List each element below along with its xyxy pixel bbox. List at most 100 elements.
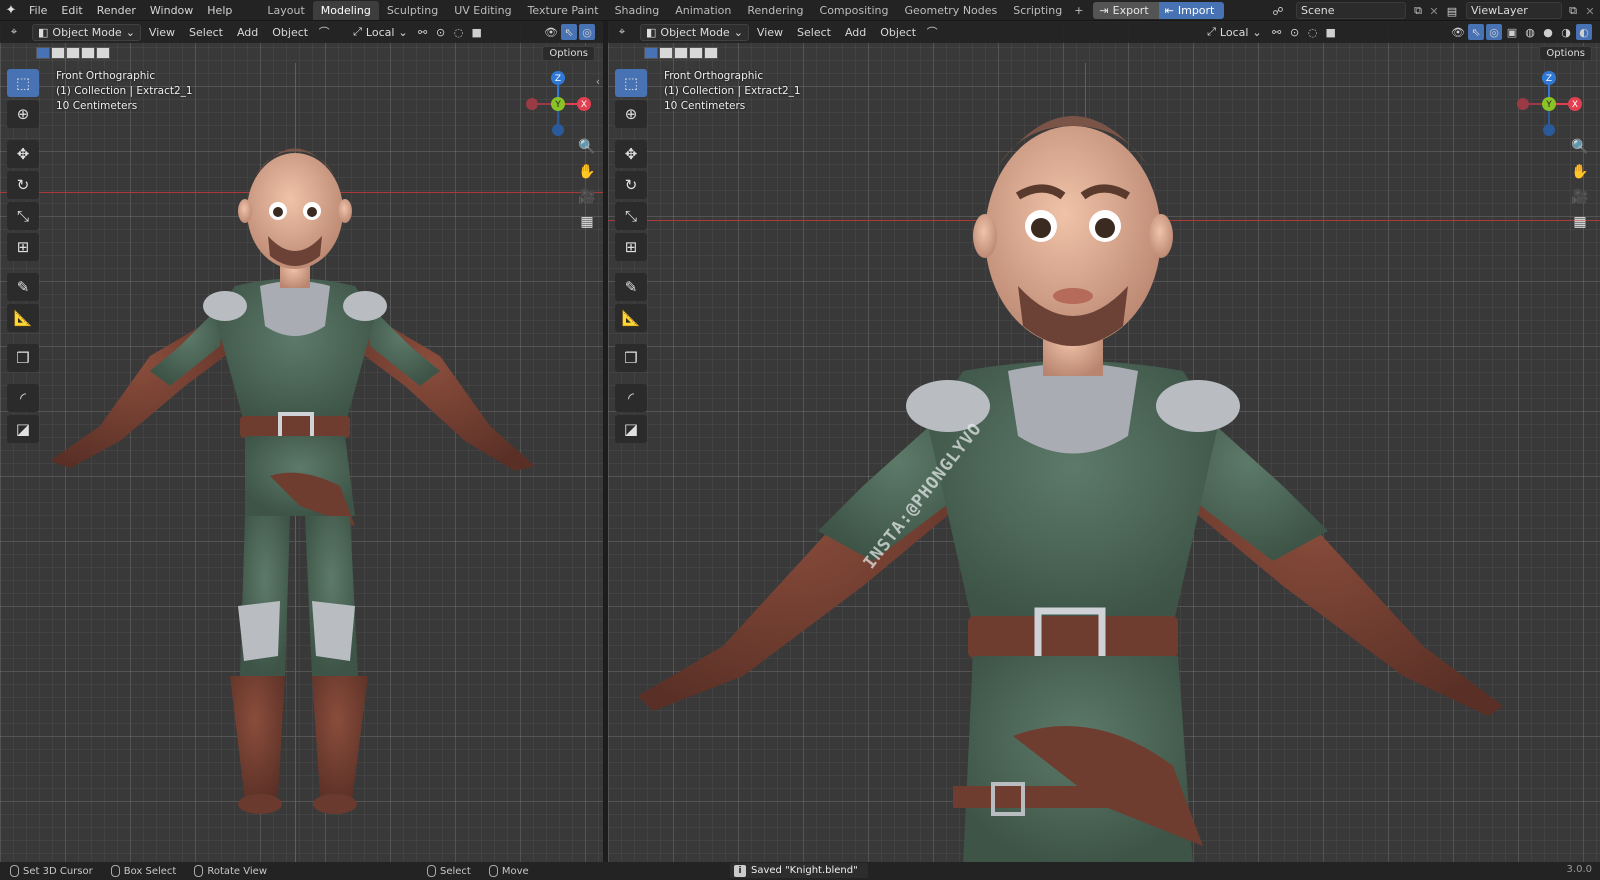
snap-toggle-icon[interactable]: ⌒ [316,24,332,40]
transform-orientation-dropdown[interactable]: ⤢ Local ⌄ [1202,24,1267,41]
character-model-closeup[interactable] [633,86,1533,862]
tab-scripting[interactable]: Scripting [1005,1,1070,20]
pivot-icon[interactable]: ⚯ [1269,24,1285,40]
view-menu[interactable]: View [143,26,181,39]
tab-layout[interactable]: Layout [259,1,312,20]
scale-tool-icon[interactable]: ⤡ [615,202,647,230]
tab-animation[interactable]: Animation [667,1,739,20]
tab-compositing[interactable]: Compositing [812,1,897,20]
select-intersect-icon[interactable] [96,47,110,59]
grid-icon[interactable]: ▦ [577,214,597,230]
tab-uv-editing[interactable]: UV Editing [446,1,519,20]
tab-modeling[interactable]: Modeling [312,0,379,20]
camera-icon[interactable]: 🎥 [577,189,597,205]
menu-edit[interactable]: Edit [54,0,89,21]
scene-selector[interactable]: Scene [1296,2,1406,19]
transform-orientation-dropdown[interactable]: ⤢ Local ⌄ [348,24,413,41]
menu-render[interactable]: Render [90,0,143,21]
solid-shading-icon[interactable]: ● [1540,24,1556,40]
knife-tool-icon[interactable]: ◪ [615,415,647,443]
view-layer-selector[interactable]: ViewLayer [1466,2,1562,19]
object-mode-dropdown[interactable]: ◧ Object Mode ⌄ [640,23,749,41]
select-box-tool-icon[interactable]: ⬚ [7,69,39,97]
add-menu[interactable]: Add [839,26,872,39]
move-tool-icon[interactable]: ✥ [7,140,39,168]
material-shading-icon[interactable]: ◑ [1558,24,1574,40]
copy-view-layer-icon[interactable]: ⧉ [1565,3,1581,19]
select-subtract-icon[interactable] [66,47,80,59]
shading-color-icon[interactable]: ■ [469,24,485,40]
shading-color-icon[interactable]: ■ [1323,24,1339,40]
visibility-icon[interactable]: 👁 [1450,24,1466,40]
menu-window[interactable]: Window [143,0,200,21]
select-extend-icon[interactable] [51,47,65,59]
snap-icon[interactable]: ⊙ [1287,24,1303,40]
select-menu[interactable]: Select [183,26,229,39]
select-intersect-icon[interactable] [704,47,718,59]
copy-scene-icon[interactable]: ⧉ [1410,3,1426,19]
add-workspace-button[interactable]: + [1070,4,1087,17]
options-button[interactable]: Options [542,46,595,61]
editor-type-icon[interactable]: ⌖ [614,24,630,40]
wireframe-shading-icon[interactable]: ◍ [1522,24,1538,40]
proportional-edit-icon[interactable]: ◌ [451,24,467,40]
export-button[interactable]: ⇥ Export [1093,1,1159,19]
overlay-toggle-icon[interactable]: ◎ [1486,24,1502,40]
move-tool-icon[interactable]: ✥ [615,140,647,168]
select-invert-icon[interactable] [689,47,703,59]
cursor-tool-icon[interactable]: ⊕ [615,100,647,128]
tab-sculpting[interactable]: Sculpting [379,1,446,20]
scene-icon[interactable]: ☍ [1270,3,1286,19]
transform-tool-icon[interactable]: ⊞ [7,233,39,261]
select-subtract-icon[interactable] [674,47,688,59]
menu-help[interactable]: Help [200,0,239,21]
overlay-toggle-icon[interactable]: ◎ [579,24,595,40]
menu-file[interactable]: File [22,0,54,21]
right-3d-viewport[interactable]: INSTA:@PHONGLYVO ⌖ ◧ Object Mode ⌄ View … [608,21,1600,862]
sidebar-toggle-icon[interactable]: ‹ [590,73,603,89]
camera-icon[interactable]: 🎥 [1570,189,1590,205]
add-cube-tool-icon[interactable]: ❒ [615,344,647,372]
select-extend-icon[interactable] [659,47,673,59]
tab-rendering[interactable]: Rendering [739,1,811,20]
bevel-tool-icon[interactable]: ◜ [7,384,39,412]
object-menu[interactable]: Object [266,26,314,39]
annotate-tool-icon[interactable]: ✎ [7,273,39,301]
object-mode-dropdown[interactable]: ◧ Object Mode ⌄ [32,23,141,41]
snap-toggle-icon[interactable]: ⌒ [924,24,940,40]
rotate-tool-icon[interactable]: ↻ [7,171,39,199]
navigation-gizmo[interactable]: Z X Y [1514,69,1584,139]
gizmo-toggle-icon[interactable]: ⇖ [1468,24,1484,40]
pan-hand-icon[interactable]: ✋ [577,164,597,180]
transform-tool-icon[interactable]: ⊞ [615,233,647,261]
tab-geometry-nodes[interactable]: Geometry Nodes [896,1,1005,20]
zoom-icon[interactable]: 🔍 [1570,139,1590,155]
object-menu[interactable]: Object [874,26,922,39]
grid-icon[interactable]: ▦ [1570,214,1590,230]
tab-shading[interactable]: Shading [607,1,668,20]
blender-logo-icon[interactable]: ✦ [0,0,22,21]
navigation-gizmo[interactable]: Z X Y [523,69,593,139]
select-new-icon[interactable] [36,47,50,59]
add-cube-tool-icon[interactable]: ❒ [7,344,39,372]
select-new-icon[interactable] [644,47,658,59]
view-menu[interactable]: View [751,26,789,39]
select-box-tool-icon[interactable]: ⬚ [615,69,647,97]
close-scene-icon[interactable]: ✕ [1426,3,1442,19]
cursor-tool-icon[interactable]: ⊕ [7,100,39,128]
editor-type-icon[interactable]: ⌖ [6,24,22,40]
visibility-icon[interactable]: 👁 [543,24,559,40]
options-button[interactable]: Options [1539,46,1592,61]
view-layer-icon[interactable]: ▤ [1444,3,1460,19]
annotate-tool-icon[interactable]: ✎ [615,273,647,301]
gizmo-toggle-icon[interactable]: ⇖ [561,24,577,40]
measure-tool-icon[interactable]: 📐 [615,304,647,332]
close-view-layer-icon[interactable]: ✕ [1582,3,1598,19]
proportional-edit-icon[interactable]: ◌ [1305,24,1321,40]
tab-texture-paint[interactable]: Texture Paint [520,1,607,20]
zoom-icon[interactable]: 🔍 [577,139,597,155]
xray-toggle-icon[interactable]: ▣ [1504,24,1520,40]
select-invert-icon[interactable] [81,47,95,59]
left-3d-viewport[interactable]: ⌖ ◧ Object Mode ⌄ View Select Add Object… [0,21,603,862]
character-model-full[interactable] [40,116,560,846]
